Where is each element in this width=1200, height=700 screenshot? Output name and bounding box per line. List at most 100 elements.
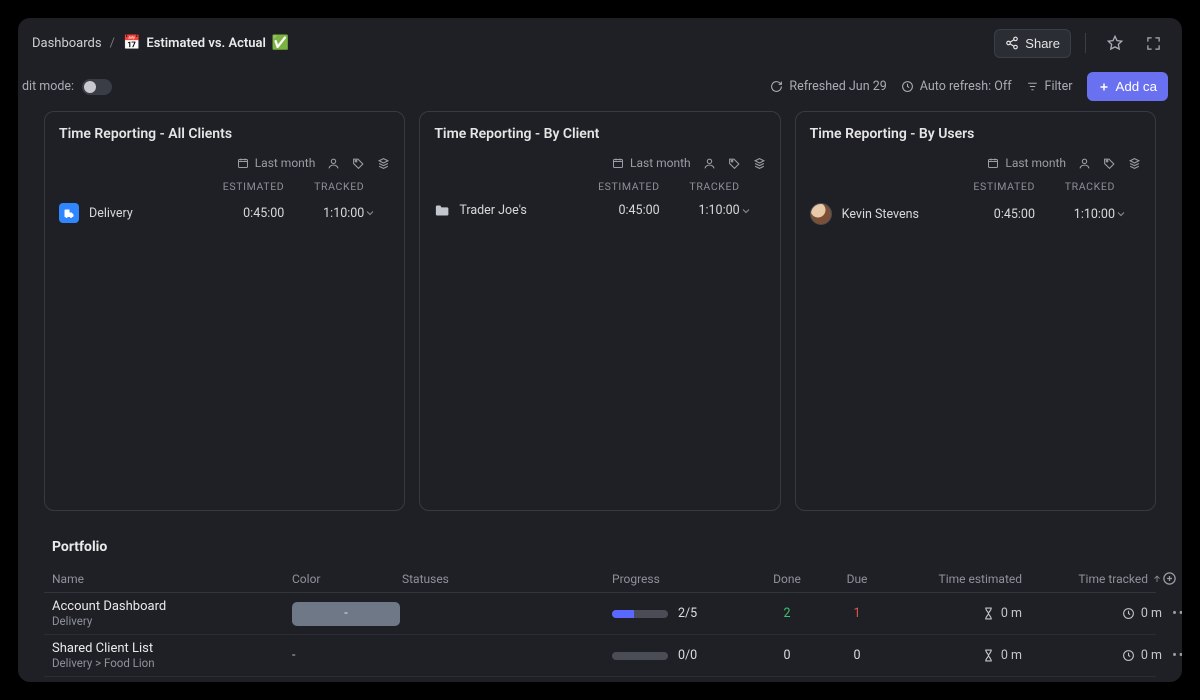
add-card-label: Add ca — [1116, 79, 1158, 94]
cell-due: 0 — [822, 648, 892, 663]
app-window: Dashboards / 📅 Estimated vs. Actual ✅ Sh… — [18, 18, 1182, 682]
add-card-button[interactable]: Add ca — [1087, 72, 1169, 101]
table-row[interactable]: Shared Client List Delivery > Giant Eagl… — [44, 677, 1156, 682]
group-icon[interactable] — [1128, 157, 1141, 170]
fullscreen-button[interactable] — [1138, 28, 1168, 58]
col-statuses[interactable]: Statuses — [402, 572, 612, 586]
col-color[interactable]: Color — [292, 572, 402, 586]
group-icon[interactable] — [753, 157, 766, 170]
color-chip[interactable]: - — [292, 602, 400, 626]
row-name: Account Dashboard Delivery — [52, 599, 292, 628]
period-picker[interactable]: Last month — [612, 156, 691, 170]
chevron-down-icon — [1115, 208, 1127, 220]
col-name[interactable]: Name — [52, 572, 292, 586]
expand-icon — [1146, 36, 1161, 51]
edit-mode: dit mode: — [22, 79, 112, 95]
refreshed-status[interactable]: Refreshed Jun 29 — [770, 79, 886, 94]
page-title: Estimated vs. Actual — [146, 36, 266, 51]
filter-button[interactable]: Filter — [1026, 79, 1073, 94]
calendar-icon: 📅 — [123, 35, 140, 51]
card-all-clients: Time Reporting - All Clients Last month … — [44, 111, 405, 511]
row-estimated: 0:45:00 — [955, 207, 1035, 222]
period-picker[interactable]: Last month — [237, 156, 316, 170]
share-icon — [1005, 36, 1019, 50]
tag-filter-icon[interactable] — [1103, 157, 1116, 170]
chevron-down-icon — [364, 207, 376, 219]
calendar-icon — [237, 157, 249, 169]
table-row[interactable]: Account Dashboard Delivery - 2/5 2 1 0 m… — [44, 593, 1156, 635]
table-header: ESTIMATED TRACKED — [434, 180, 765, 193]
col-time-tracked[interactable]: Time tracked — [1022, 572, 1162, 586]
group-icon[interactable] — [377, 157, 390, 170]
cell-time-estimated: 0 m — [892, 606, 1022, 621]
cell-progress: 0/0 — [612, 648, 752, 663]
avatar — [810, 203, 832, 225]
period-picker[interactable]: Last month — [987, 156, 1066, 170]
row-more-button[interactable]: ••• — [1162, 606, 1182, 621]
share-button[interactable]: Share — [994, 29, 1071, 58]
col-progress[interactable]: Progress — [612, 572, 752, 586]
col-estimated: ESTIMATED — [580, 180, 660, 193]
period-text: Last month — [255, 156, 316, 170]
expand-row[interactable] — [740, 205, 766, 217]
progress-bar — [612, 652, 668, 660]
period-text: Last month — [1005, 156, 1066, 170]
auto-refresh-toggle[interactable]: Auto refresh: Off — [901, 79, 1012, 94]
row-tracked: 1:10:00 — [1035, 207, 1115, 222]
tag-filter-icon[interactable] — [352, 157, 365, 170]
user-filter-icon[interactable] — [703, 157, 716, 170]
add-column-button[interactable] — [1162, 571, 1182, 586]
user-filter-icon[interactable] — [1078, 157, 1091, 170]
col-due[interactable]: Due — [822, 572, 892, 586]
row-tracked: 1:10:00 — [660, 203, 740, 218]
hourglass-icon — [982, 607, 995, 620]
portfolio-table: Name Color Statuses Progress Done Due Ti… — [44, 565, 1156, 682]
user-filter-icon[interactable] — [327, 157, 340, 170]
expand-row[interactable] — [364, 207, 390, 219]
card-title: Time Reporting - All Clients — [59, 126, 390, 142]
row-estimated: 0:45:00 — [204, 206, 284, 221]
clock-icon — [1122, 607, 1135, 620]
cell-done: 0 — [752, 648, 822, 663]
delivery-app-icon — [59, 203, 79, 223]
cell-time-tracked: 0 m — [1022, 648, 1162, 663]
row-tracked: 1:10:00 — [284, 206, 364, 221]
share-label: Share — [1025, 36, 1060, 51]
tag-filter-icon[interactable] — [728, 157, 741, 170]
edit-mode-toggle[interactable] — [82, 79, 112, 95]
col-estimated: ESTIMATED — [955, 180, 1035, 193]
calendar-icon — [612, 157, 624, 169]
card-toolbar: Last month — [59, 156, 390, 170]
chevron-down-icon — [740, 205, 752, 217]
favorite-button[interactable] — [1100, 28, 1130, 58]
row-estimated: 0:45:00 — [580, 203, 660, 218]
hourglass-icon — [982, 649, 995, 662]
col-tracked: TRACKED — [1035, 180, 1115, 193]
col-done[interactable]: Done — [752, 572, 822, 586]
card-by-users: Time Reporting - By Users Last month EST… — [795, 111, 1156, 511]
cell-progress: 2/5 — [612, 606, 752, 621]
row-label: Delivery — [89, 206, 133, 221]
refresh-icon — [770, 80, 783, 93]
breadcrumb-root[interactable]: Dashboards — [32, 36, 102, 51]
star-icon — [1107, 35, 1123, 51]
period-text: Last month — [630, 156, 691, 170]
portfolio-section: Portfolio Name Color Statuses Progress D… — [44, 531, 1156, 682]
filter-label: Filter — [1045, 79, 1073, 94]
table-row[interactable]: Kevin Stevens 0:45:00 1:10:00 — [810, 199, 1141, 229]
progress-bar — [612, 610, 668, 618]
col-time-estimated[interactable]: Time estimated — [892, 572, 1022, 586]
row-more-button[interactable]: ••• — [1162, 648, 1182, 663]
plus-icon — [1098, 81, 1110, 93]
breadcrumb-current[interactable]: 📅 Estimated vs. Actual ✅ — [123, 35, 289, 51]
expand-row[interactable] — [1115, 208, 1141, 220]
table-header: ESTIMATED TRACKED — [59, 180, 390, 193]
col-tracked: TRACKED — [284, 180, 364, 193]
table-row[interactable]: Delivery 0:45:00 1:10:00 — [59, 199, 390, 227]
col-tracked: TRACKED — [660, 180, 740, 193]
row-label: Kevin Stevens — [842, 207, 919, 222]
progress-text: 0/0 — [678, 648, 697, 663]
table-row[interactable]: Shared Client List Delivery > Food Lion … — [44, 635, 1156, 677]
table-row[interactable]: Trader Joe's 0:45:00 1:10:00 — [434, 199, 765, 222]
cell-color: - — [292, 602, 402, 626]
